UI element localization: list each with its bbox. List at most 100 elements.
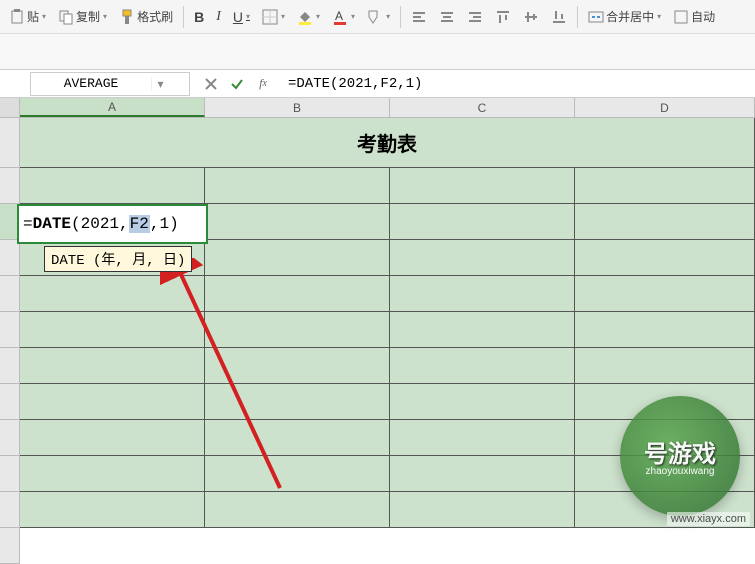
- underline-button[interactable]: U▾: [228, 6, 255, 28]
- name-box-dropdown[interactable]: ▾: [151, 77, 169, 91]
- cell[interactable]: [390, 492, 575, 528]
- row-header[interactable]: [0, 240, 20, 276]
- accept-formula-button[interactable]: [228, 75, 246, 93]
- cell[interactable]: [205, 348, 390, 384]
- name-box[interactable]: ▾: [30, 72, 190, 96]
- cell[interactable]: [575, 204, 755, 240]
- cell[interactable]: [20, 276, 205, 312]
- select-all-corner[interactable]: [0, 98, 20, 117]
- row-header[interactable]: [0, 276, 20, 312]
- title-cell[interactable]: 考勤表: [20, 118, 755, 168]
- row-header[interactable]: [0, 348, 20, 384]
- cell[interactable]: [575, 456, 755, 492]
- formula-arg1: 2021: [81, 215, 119, 233]
- cell[interactable]: [205, 456, 390, 492]
- font-color-button[interactable]: A ▾: [327, 6, 360, 28]
- cell[interactable]: [575, 240, 755, 276]
- row-header[interactable]: [0, 118, 20, 168]
- function-tooltip[interactable]: DATE (年, 月, 日): [44, 246, 192, 272]
- row-header[interactable]: [0, 384, 20, 420]
- merge-center-label: 合并居中: [606, 8, 654, 25]
- format-painter-label: 格式刷: [137, 8, 173, 25]
- column-header-a[interactable]: A: [20, 98, 205, 117]
- cell[interactable]: [205, 384, 390, 420]
- align-right-button[interactable]: [462, 6, 488, 28]
- column-header-d[interactable]: D: [575, 98, 755, 117]
- align-middle-button[interactable]: [518, 6, 544, 28]
- cell[interactable]: [575, 312, 755, 348]
- column-header-b[interactable]: B: [205, 98, 390, 117]
- cell[interactable]: [390, 456, 575, 492]
- cell[interactable]: [575, 384, 755, 420]
- column-header-c[interactable]: C: [390, 98, 575, 117]
- cell[interactable]: [390, 168, 575, 204]
- formula-arg3: 1: [159, 215, 169, 233]
- row-header[interactable]: [0, 168, 20, 204]
- highlight-icon: [367, 9, 383, 25]
- cell[interactable]: [205, 240, 390, 276]
- cell[interactable]: [390, 276, 575, 312]
- cell[interactable]: [205, 204, 390, 240]
- align-left-icon: [411, 9, 427, 25]
- fx-button[interactable]: fx: [254, 75, 272, 93]
- cell[interactable]: [20, 420, 205, 456]
- cell[interactable]: [390, 348, 575, 384]
- cell[interactable]: [575, 420, 755, 456]
- wrap-text-button[interactable]: 自动: [668, 5, 720, 28]
- row-header[interactable]: [0, 492, 20, 528]
- formula-arg2: F2: [129, 215, 150, 233]
- fill-color-button[interactable]: ▾: [292, 6, 325, 28]
- align-top-button[interactable]: [490, 6, 516, 28]
- row-header[interactable]: [0, 420, 20, 456]
- cell[interactable]: [205, 312, 390, 348]
- highlight-button[interactable]: ▾: [362, 6, 395, 28]
- chevron-down-icon: ▾: [657, 12, 661, 21]
- format-painter-button[interactable]: 格式刷: [114, 5, 178, 28]
- cell[interactable]: [205, 168, 390, 204]
- align-left-button[interactable]: [406, 6, 432, 28]
- row-header[interactable]: [0, 456, 20, 492]
- main-toolbar: 贴 ▾ 复制 ▾ 格式刷 B I U▾ ▾ ▾ A ▾ ▾ 合并居中 ▾: [0, 0, 755, 34]
- bold-button[interactable]: B: [189, 6, 209, 28]
- row-header[interactable]: [0, 312, 20, 348]
- borders-button[interactable]: ▾: [257, 6, 290, 28]
- cell[interactable]: [575, 276, 755, 312]
- active-cell-editor[interactable]: =DATE(2021,F2,1): [17, 204, 208, 244]
- copy-button[interactable]: 复制 ▾: [53, 5, 112, 28]
- cell[interactable]: [575, 492, 755, 528]
- cell[interactable]: [20, 384, 205, 420]
- row-header[interactable]: [0, 528, 20, 564]
- cell[interactable]: [20, 348, 205, 384]
- cell[interactable]: [575, 348, 755, 384]
- cell[interactable]: [205, 420, 390, 456]
- paste-label: 贴: [27, 8, 39, 25]
- cell[interactable]: [390, 420, 575, 456]
- cell[interactable]: [205, 492, 390, 528]
- chevron-down-icon: ▾: [103, 12, 107, 21]
- chevron-down-icon: ▾: [281, 12, 285, 21]
- cell[interactable]: [575, 168, 755, 204]
- paste-button[interactable]: 贴 ▾: [4, 5, 51, 28]
- italic-button[interactable]: I: [211, 6, 226, 28]
- name-box-input[interactable]: [31, 76, 151, 91]
- align-bottom-icon: [551, 9, 567, 25]
- cell[interactable]: [20, 168, 205, 204]
- formula-bar: ▾ fx: [0, 70, 755, 98]
- align-bottom-button[interactable]: [546, 6, 572, 28]
- cell[interactable]: [390, 384, 575, 420]
- svg-text:A: A: [335, 9, 343, 23]
- align-center-button[interactable]: [434, 6, 460, 28]
- formula-input[interactable]: [284, 76, 755, 92]
- cancel-formula-button[interactable]: [202, 75, 220, 93]
- merge-center-button[interactable]: 合并居中 ▾: [583, 5, 666, 28]
- cell[interactable]: [390, 204, 575, 240]
- cell[interactable]: [20, 456, 205, 492]
- chevron-down-icon: ▾: [386, 12, 390, 21]
- cell[interactable]: [20, 492, 205, 528]
- cell[interactable]: [390, 312, 575, 348]
- cell[interactable]: [205, 276, 390, 312]
- cell[interactable]: [390, 240, 575, 276]
- cell[interactable]: [20, 312, 205, 348]
- formula-prefix: =: [23, 215, 33, 233]
- formula-paren: (: [71, 215, 81, 233]
